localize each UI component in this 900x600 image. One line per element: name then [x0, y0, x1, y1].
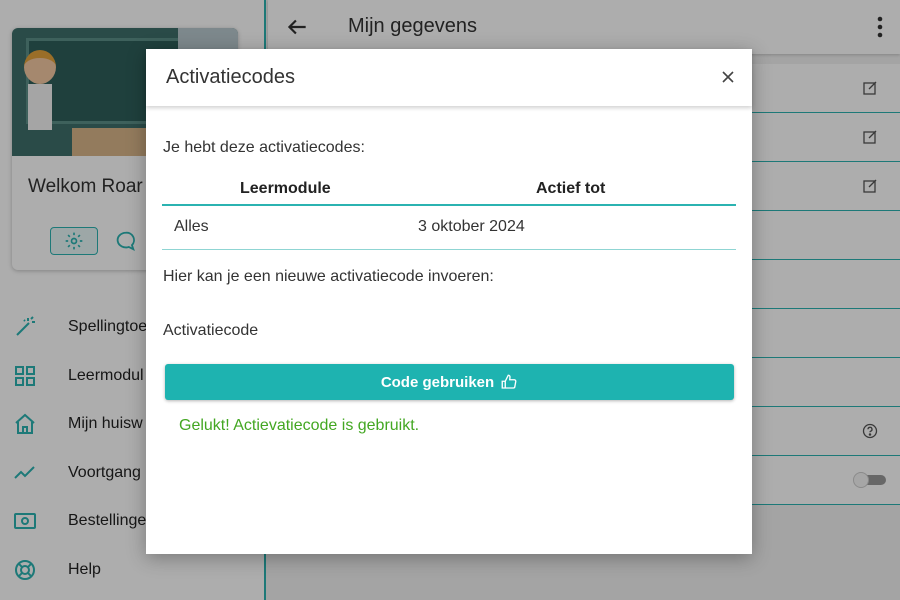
- column-header-module: Leermodule: [162, 173, 402, 206]
- thumbs-up-icon: [501, 374, 517, 389]
- table-header-row: Leermodule Actief tot: [162, 173, 736, 206]
- activation-code-label: Activatiecode: [163, 322, 259, 339]
- column-header-active-until: Actief tot: [402, 173, 736, 206]
- intro-text: Je hebt deze activatiecodes:: [163, 139, 365, 156]
- active-until-cell: 3 oktober 2024: [402, 205, 736, 250]
- use-code-button[interactable]: Code gebruiken: [165, 364, 734, 400]
- table-row: Alles 3 oktober 2024: [162, 205, 736, 250]
- new-code-instruction: Hier kan je een nieuwe activatiecode inv…: [163, 268, 494, 285]
- module-cell: Alles: [162, 205, 402, 250]
- dialog-header: Activatiecodes: [146, 49, 752, 106]
- activation-codes-table: Leermodule Actief tot Alles 3 oktober 20…: [162, 173, 736, 250]
- close-icon[interactable]: [720, 69, 736, 85]
- use-code-button-label: Code gebruiken: [380, 373, 495, 391]
- dialog-title: Activatiecodes: [166, 66, 295, 88]
- activation-codes-dialog: Activatiecodes Je hebt deze activatiecod…: [146, 49, 752, 554]
- success-message: Gelukt! Actievatiecode is gebruikt.: [179, 417, 420, 434]
